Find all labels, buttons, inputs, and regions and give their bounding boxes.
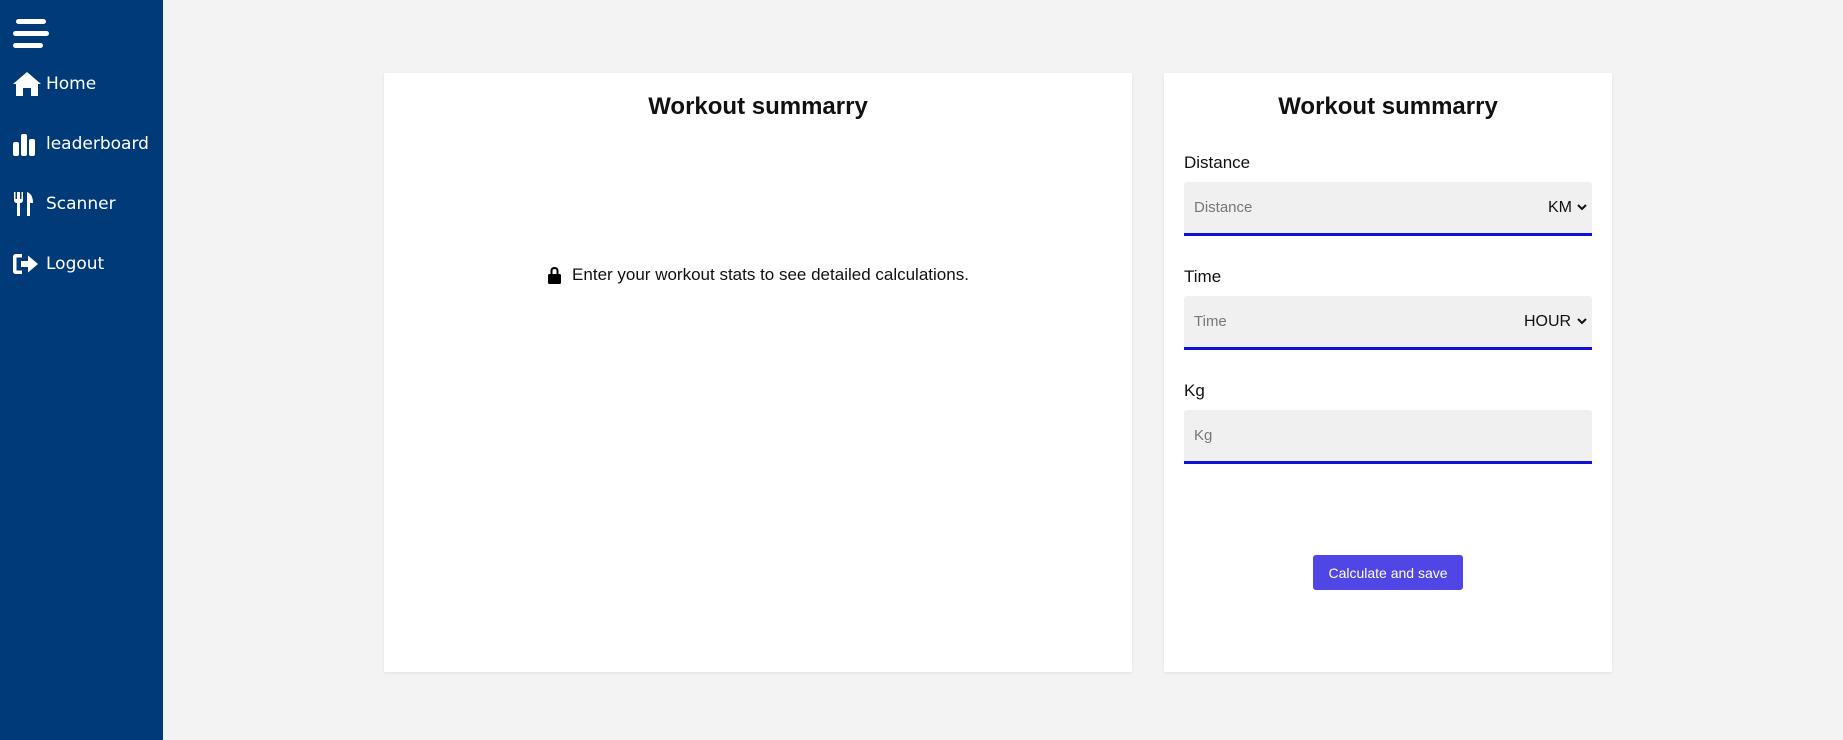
sidebar-item-scanner[interactable]: Scanner xyxy=(12,188,116,220)
distance-unit-select[interactable]: KM xyxy=(1542,196,1590,219)
sidebar-item-label: Logout xyxy=(46,254,105,274)
sidebar-item-label: Scanner xyxy=(46,194,116,214)
time-field-wrapper: HOUR xyxy=(1184,296,1592,350)
card-title: Workout summarry xyxy=(648,93,868,120)
kg-label: Kg xyxy=(1184,381,1205,400)
hamburger-menu-icon[interactable] xyxy=(13,19,49,49)
card-title: Workout summarry xyxy=(1278,93,1498,120)
sidebar-item-home[interactable]: Home xyxy=(12,68,96,100)
hamburger-bar xyxy=(13,43,43,48)
distance-field-wrapper: KM xyxy=(1184,182,1592,236)
time-unit-select[interactable]: HOUR xyxy=(1518,310,1590,333)
calculate-and-save-button[interactable]: Calculate and save xyxy=(1313,555,1463,590)
hamburger-bar xyxy=(13,31,49,36)
empty-state-message: Enter your workout stats to see detailed… xyxy=(384,265,1132,285)
sidebar: Home leaderboard Scanner Logout xyxy=(0,0,163,740)
sidebar-item-label: Home xyxy=(46,74,97,94)
bar-chart-icon xyxy=(12,130,42,158)
sidebar-item-logout[interactable]: Logout xyxy=(12,248,104,280)
fork-knife-icon xyxy=(12,190,42,218)
time-input[interactable] xyxy=(1184,296,1504,347)
kg-field-wrapper xyxy=(1184,410,1592,464)
lock-icon xyxy=(547,266,562,284)
workout-summary-card: Workout summarry Enter your workout stat… xyxy=(384,73,1132,672)
hamburger-bar xyxy=(16,19,46,24)
distance-input[interactable] xyxy=(1184,182,1504,233)
sidebar-item-label: leaderboard xyxy=(46,134,149,154)
kg-input[interactable] xyxy=(1184,410,1592,461)
workout-form-card: Workout summarry Distance KM Time HOUR K… xyxy=(1164,73,1612,672)
home-icon xyxy=(12,70,42,98)
logout-icon xyxy=(12,250,42,278)
distance-label: Distance xyxy=(1184,153,1251,172)
empty-state-text: Enter your workout stats to see detailed… xyxy=(572,265,969,284)
time-label: Time xyxy=(1184,267,1222,286)
sidebar-item-leaderboard[interactable]: leaderboard xyxy=(12,128,149,160)
